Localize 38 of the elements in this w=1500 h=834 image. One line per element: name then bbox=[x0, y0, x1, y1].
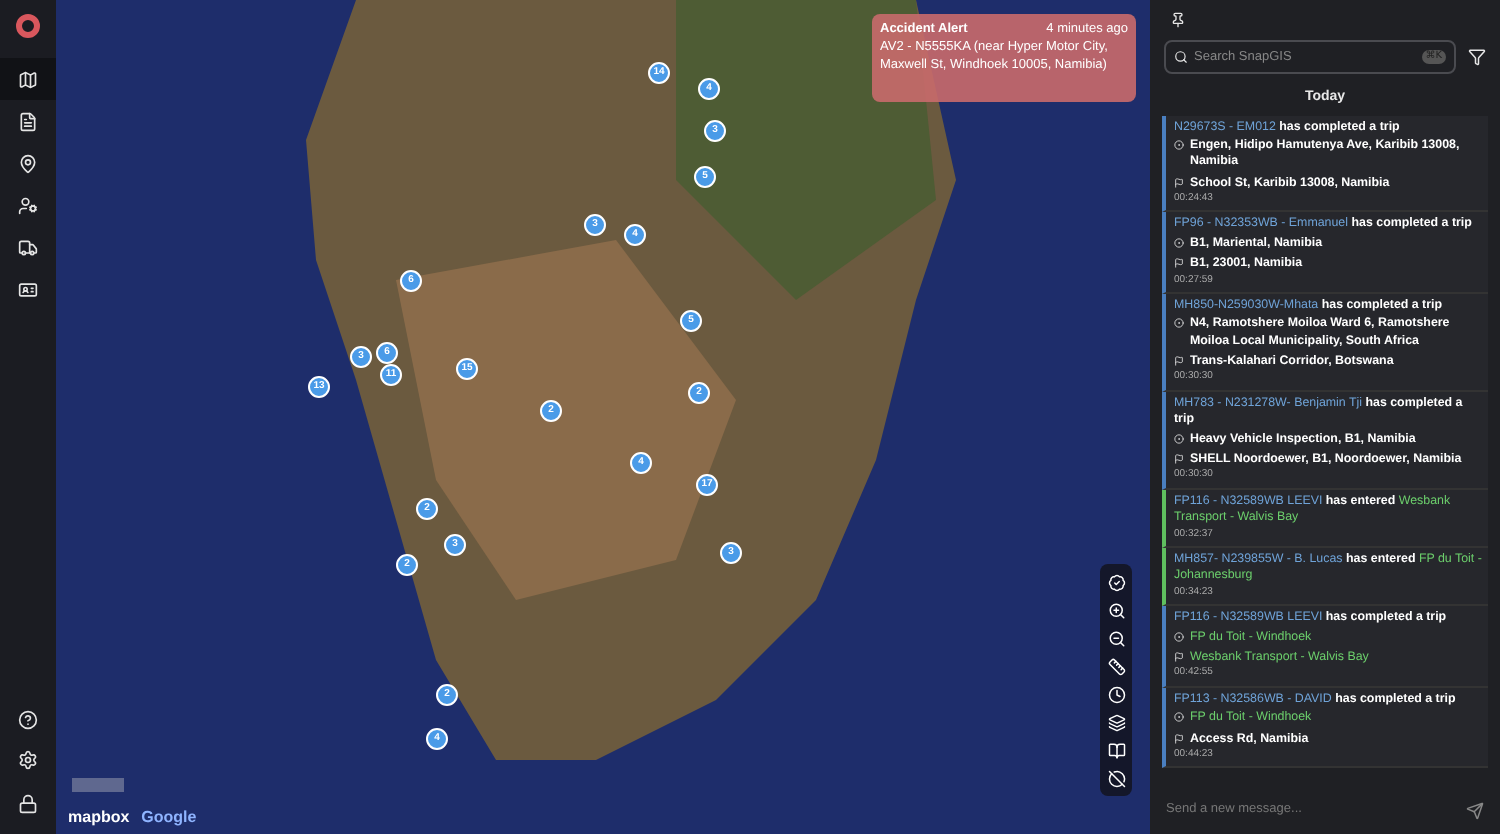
flag-icon bbox=[1174, 356, 1184, 367]
map-icon[interactable] bbox=[18, 69, 38, 89]
google-logo: Google bbox=[141, 806, 197, 830]
flag-icon bbox=[1174, 652, 1184, 663]
mapbox-logo: mapbox bbox=[68, 806, 130, 830]
flag-icon bbox=[1174, 258, 1184, 269]
location-pin-icon[interactable] bbox=[18, 153, 38, 173]
map-tool-button[interactable] bbox=[1106, 628, 1126, 648]
flag-icon bbox=[1174, 177, 1184, 188]
origin-icon bbox=[1174, 139, 1184, 150]
map-tool-button[interactable] bbox=[1106, 768, 1126, 788]
lock-icon[interactable] bbox=[18, 794, 38, 814]
id-card-icon[interactable] bbox=[18, 279, 38, 299]
map-tool-button[interactable] bbox=[1106, 712, 1126, 732]
flag-icon bbox=[1174, 733, 1184, 744]
origin-icon bbox=[1174, 712, 1184, 723]
map-tool-button[interactable] bbox=[1106, 600, 1126, 620]
pin-icon[interactable] bbox=[1170, 12, 1186, 28]
settings-icon[interactable] bbox=[18, 750, 38, 770]
truck-icon[interactable] bbox=[18, 237, 38, 257]
origin-icon bbox=[1174, 433, 1184, 444]
flag-icon bbox=[1174, 454, 1184, 465]
map-tool-button[interactable] bbox=[1106, 740, 1126, 760]
map-tool-button[interactable] bbox=[1106, 684, 1126, 704]
scale-bar bbox=[72, 778, 124, 792]
origin-icon bbox=[1174, 318, 1184, 329]
user-gear-icon[interactable] bbox=[18, 195, 38, 215]
logo-icon bbox=[16, 14, 40, 38]
help-icon[interactable] bbox=[18, 710, 38, 730]
send-icon[interactable] bbox=[1466, 801, 1484, 819]
origin-icon bbox=[1174, 237, 1184, 248]
map-tool-button[interactable] bbox=[1106, 656, 1126, 676]
nav-button[interactable] bbox=[0, 58, 56, 100]
map-tool-button[interactable] bbox=[1106, 572, 1126, 592]
document-icon[interactable] bbox=[18, 111, 38, 131]
search-icon bbox=[1174, 50, 1188, 64]
filter-icon[interactable] bbox=[1468, 48, 1486, 66]
origin-icon bbox=[1174, 631, 1184, 642]
